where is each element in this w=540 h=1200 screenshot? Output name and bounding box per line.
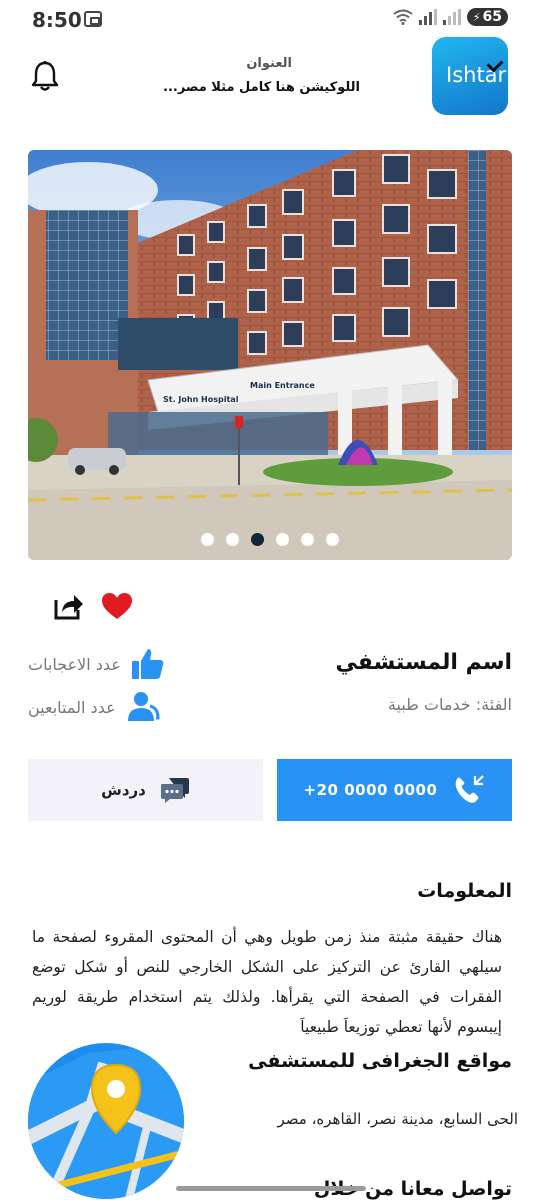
carousel-dot-active[interactable]	[251, 533, 264, 546]
status-time: 8:50	[32, 8, 82, 32]
carousel-dot[interactable]	[301, 533, 314, 546]
status-bar: 8:50 ⚡ 65	[0, 0, 540, 40]
carousel-dot[interactable]	[276, 533, 289, 546]
user-icon	[127, 692, 160, 721]
followers-label: عدد المتابعين	[28, 697, 116, 717]
hospital-photo: St. John Hospital Main Entrance	[28, 150, 512, 560]
hospital-name: اسم المستشفي	[335, 650, 512, 675]
home-indicator[interactable]	[176, 1186, 366, 1191]
map-icon[interactable]	[28, 1043, 184, 1199]
app-logo[interactable]: Ishtar	[432, 37, 508, 115]
hospital-image-carousel[interactable]: St. John Hospital Main Entrance	[28, 150, 512, 560]
info-body: هناك حقيقة مثبتة منذ زمن طويل وهي أن الم…	[32, 928, 502, 1036]
battery-level: 65	[482, 9, 502, 25]
header-title: العنوان	[246, 56, 292, 71]
status-icons: ⚡ 65	[393, 8, 508, 26]
signal-icon-2	[442, 9, 461, 25]
chat-button-label: دردش	[101, 781, 146, 799]
bell-icon[interactable]	[30, 60, 60, 92]
call-button[interactable]: +20 0000 0000	[277, 759, 512, 821]
heart-icon[interactable]	[101, 592, 133, 620]
thumbs-up-icon	[131, 649, 164, 679]
followers-stat: عدد المتابعين	[28, 690, 160, 724]
share-icon[interactable]	[54, 592, 84, 620]
chat-button[interactable]: دردش	[28, 759, 263, 821]
carousel-dot[interactable]	[326, 533, 339, 546]
chat-icon	[160, 778, 189, 803]
phone-icon	[456, 775, 485, 803]
screen-record-icon	[84, 11, 102, 27]
likes-label: عدد الاعجابات	[28, 654, 121, 674]
carousel-dot[interactable]	[226, 533, 239, 546]
address-text: الحى السابع، مدينة نصر، القاهره، مصر	[277, 1110, 518, 1128]
geo-title: مواقع الجغرافى للمستشفى	[248, 1050, 512, 1072]
entrance-sign-2: Main Entrance	[250, 381, 315, 390]
carousel-dots	[28, 533, 512, 546]
phone-number: +20 0000 0000	[303, 781, 438, 799]
wifi-icon	[393, 9, 413, 25]
likes-stat: عدد الاعجابات	[28, 647, 165, 681]
entrance-sign: St. John Hospital	[163, 395, 239, 404]
hospital-category: الفئة: خدمات طبية	[387, 695, 512, 714]
signal-icon	[418, 9, 437, 25]
info-title: المعلومات	[417, 880, 512, 902]
carousel-dot[interactable]	[201, 533, 214, 546]
location-text[interactable]: اللوكيشن هنا كامل مثلا مصر...	[163, 80, 360, 95]
battery-icon: ⚡ 65	[466, 8, 508, 26]
